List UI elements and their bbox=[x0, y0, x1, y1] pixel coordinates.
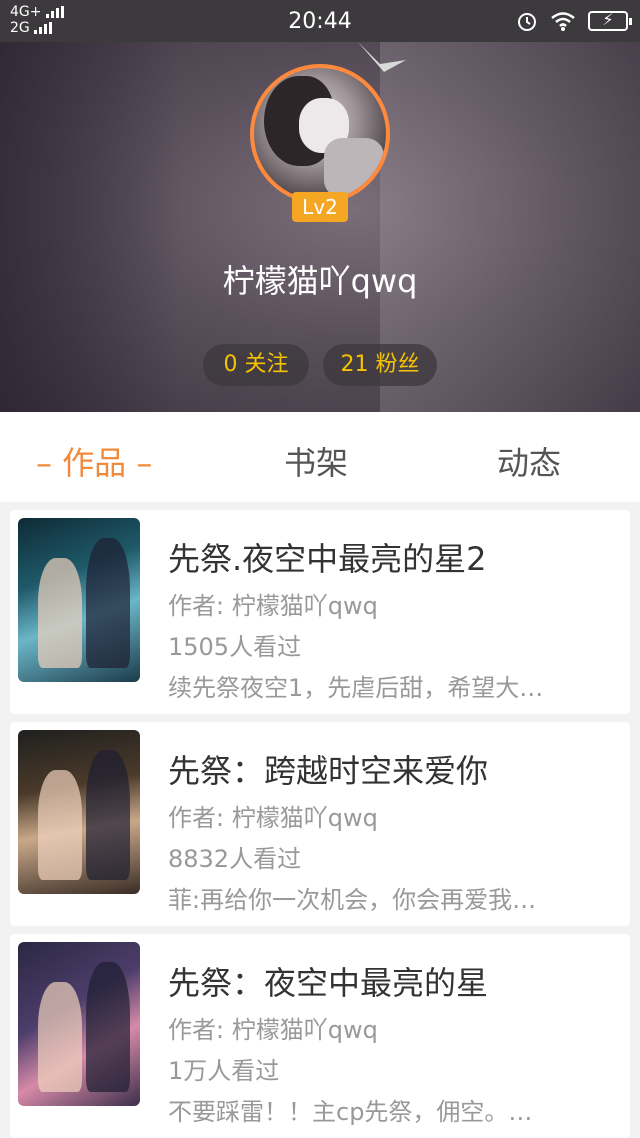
book-cover[interactable] bbox=[18, 942, 140, 1106]
book-description: 菲:再给你一次机会，你会再爱我… bbox=[168, 886, 537, 914]
background-shade bbox=[0, 42, 180, 412]
level-badge: Lv2 bbox=[292, 192, 348, 222]
avatar[interactable] bbox=[250, 64, 390, 204]
book-views: 8832人看过 bbox=[168, 845, 302, 873]
list-item[interactable]: 先祭：跨越时空来爱你 作者: 柠檬猫吖qwq 8832人看过 菲:再给你一次机会… bbox=[10, 722, 630, 926]
fans-button[interactable]: 21 粉丝 bbox=[323, 344, 437, 386]
tab-bookshelf[interactable]: 书架 bbox=[284, 438, 348, 484]
username: 柠檬猫吖qwq bbox=[222, 262, 418, 300]
book-views: 1505人看过 bbox=[168, 633, 302, 661]
book-description: 续先祭夜空1，先虐后甜，希望大… bbox=[168, 674, 544, 702]
tab-activity[interactable]: 动态 bbox=[497, 438, 561, 484]
wifi-icon bbox=[551, 12, 575, 31]
tab-works[interactable]: – 作品 – bbox=[36, 438, 152, 484]
book-author: 作者: 柠檬猫吖qwq bbox=[168, 1016, 378, 1044]
book-description: 不要踩雷！！主cp先祭，佣空。… bbox=[168, 1098, 533, 1126]
tab-bar: – 作品 – 书架 动态 bbox=[0, 412, 640, 502]
book-cover[interactable] bbox=[18, 730, 140, 894]
book-author: 作者: 柠檬猫吖qwq bbox=[168, 804, 378, 832]
alarm-icon bbox=[518, 13, 536, 31]
status-bar: 4G+ 2G 20:44 ⚡ bbox=[0, 0, 640, 42]
book-views: 1万人看过 bbox=[168, 1057, 280, 1085]
book-title: 先祭.夜空中最亮的星2 bbox=[168, 540, 487, 578]
following-button[interactable]: 0 关注 bbox=[203, 344, 309, 386]
profile-header: Lv2 柠檬猫吖qwq 0 关注 21 粉丝 bbox=[0, 42, 640, 412]
battery-icon: ⚡ bbox=[588, 10, 632, 31]
list-item[interactable]: 先祭.夜空中最亮的星2 作者: 柠檬猫吖qwq 1505人看过 续先祭夜空1，先… bbox=[10, 510, 630, 714]
book-cover[interactable] bbox=[18, 518, 140, 682]
book-author: 作者: 柠檬猫吖qwq bbox=[168, 592, 378, 620]
book-title: 先祭：跨越时空来爱你 bbox=[168, 752, 489, 790]
book-title: 先祭：夜空中最亮的星 bbox=[168, 964, 489, 1002]
list-item[interactable]: 先祭：夜空中最亮的星 作者: 柠檬猫吖qwq 1万人看过 不要踩雷！！主cp先祭… bbox=[10, 934, 630, 1138]
